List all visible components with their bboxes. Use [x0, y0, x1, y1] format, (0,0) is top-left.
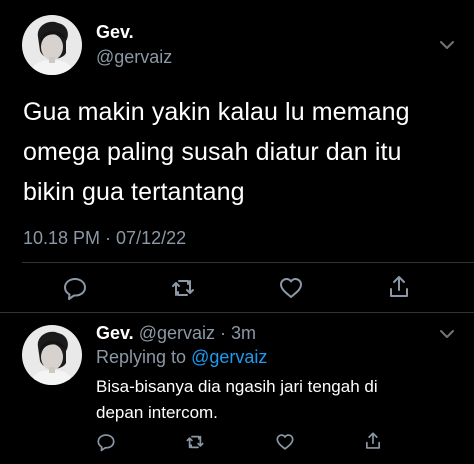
main-tweet-text: Gua makin yakin kalau lu memang omega pa… — [23, 92, 463, 212]
main-more-chevron-icon[interactable] — [436, 34, 458, 61]
reply-avatar[interactable] — [22, 325, 82, 385]
main-tweet-line-1: Gua makin yakin kalau lu memang — [23, 98, 410, 126]
reply-handle-time[interactable]: @gervaiz · 3m — [139, 323, 256, 343]
replying-to-mention[interactable]: @gervaiz — [191, 347, 267, 367]
main-display-name[interactable]: Gev. — [96, 22, 134, 43]
retweet-icon[interactable] — [170, 275, 196, 306]
main-avatar[interactable] — [22, 15, 82, 75]
reply-more-chevron-icon[interactable] — [436, 323, 458, 350]
reply-tweet-line-1: Bisa-bisanya dia ngasih jari tengah di — [96, 377, 378, 396]
like-icon[interactable] — [278, 275, 304, 306]
reply-icon[interactable] — [62, 275, 88, 306]
reply-tweet-line-2: depan intercom. — [96, 403, 218, 422]
avatar-photo — [22, 15, 82, 75]
retweet-icon[interactable] — [185, 432, 205, 457]
like-icon[interactable] — [275, 432, 295, 457]
reply-display-name[interactable]: Gev. — [96, 323, 134, 343]
avatar-photo — [22, 325, 82, 385]
divider — [0, 312, 474, 313]
main-tweet-line-3: bikin gua tertantang — [23, 178, 245, 206]
main-tweet-line-2: omega paling susah diatur dan itu — [23, 138, 402, 166]
share-icon[interactable] — [363, 431, 383, 456]
reply-icon[interactable] — [96, 432, 116, 457]
reply-tweet-text: Bisa-bisanya dia ngasih jari tengah di d… — [96, 374, 466, 426]
reply-header: Gev. @gervaiz · 3m — [96, 323, 256, 344]
replying-to-line: Replying to @gervaiz — [96, 347, 267, 368]
share-icon[interactable] — [386, 274, 412, 305]
replying-to-label: Replying to — [96, 347, 187, 367]
main-timestamp[interactable]: 10.18 PM · 07/12/22 — [23, 228, 186, 249]
main-handle[interactable]: @gervaiz — [96, 47, 172, 68]
divider — [22, 262, 474, 263]
